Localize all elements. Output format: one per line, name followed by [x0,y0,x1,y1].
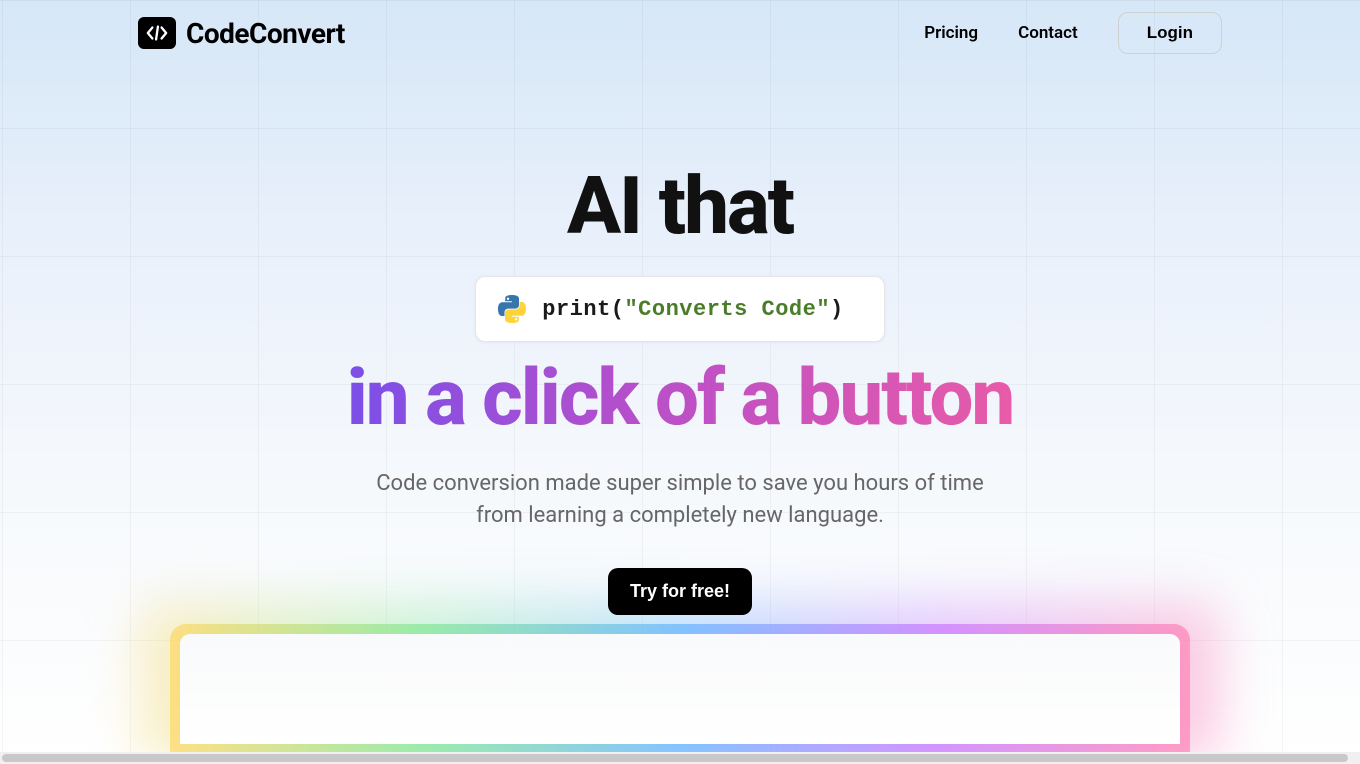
hero-headline-line1: AI that [567,166,793,246]
brand-logo[interactable]: CodeConvert [138,17,345,50]
nav-contact[interactable]: Contact [1018,23,1078,43]
hero-section: AI that print("Converts Code") in a clic… [0,166,1360,615]
try-free-button[interactable]: Try for free! [608,568,752,615]
header: CodeConvert Pricing Contact Login [0,0,1360,66]
login-button[interactable]: Login [1118,12,1222,54]
code-logo-icon [138,17,176,49]
code-token-string: "Converts Code" [624,297,830,322]
scrollbar-thumb[interactable] [2,754,1348,762]
horizontal-scrollbar[interactable] [0,752,1360,764]
python-icon [496,293,528,325]
preview-panel [180,634,1180,744]
nav-pricing[interactable]: Pricing [924,23,978,43]
code-token-open-paren: ( [611,297,625,322]
hero-headline-line2: in a click of a button [347,360,1014,438]
brand-name: CodeConvert [186,17,345,50]
hero-subtitle: Code conversion made super simple to sav… [360,468,1000,532]
code-sample-box: print("Converts Code") [475,276,884,342]
code-token-close-paren: ) [830,297,844,322]
code-sample-text: print("Converts Code") [542,297,843,322]
code-token-print: print [542,297,611,322]
main-nav: Pricing Contact Login [924,12,1222,54]
preview-panel-border [170,624,1190,754]
